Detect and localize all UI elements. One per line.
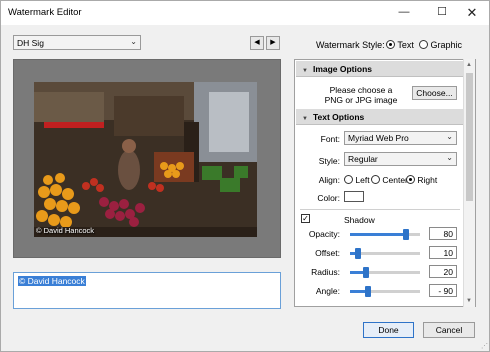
text-color-swatch[interactable] bbox=[344, 191, 364, 202]
shadow-label: Shadow bbox=[344, 215, 375, 225]
offset-input[interactable]: 10 bbox=[429, 246, 457, 259]
scroll-up-icon[interactable]: ▲ bbox=[466, 62, 472, 68]
collapse-triangle-icon: ▼ bbox=[302, 68, 308, 74]
style-text-label: Text bbox=[397, 40, 414, 50]
style-graphic-radio[interactable] bbox=[419, 40, 428, 49]
opacity-input[interactable]: 80 bbox=[429, 227, 457, 240]
done-button[interactable]: Done bbox=[363, 322, 414, 338]
text-options-header[interactable]: ▼ Text Options bbox=[296, 109, 463, 125]
offset-slider[interactable] bbox=[350, 248, 420, 259]
resize-grip-icon[interactable]: ⋰ bbox=[481, 342, 488, 350]
chevron-down-icon: ⌄ bbox=[446, 132, 453, 141]
window-title: Watermark Editor bbox=[8, 7, 82, 18]
align-label: Align: bbox=[318, 175, 340, 185]
watermark-style-label: Watermark Style: bbox=[316, 40, 385, 50]
angle-input[interactable]: - 90 bbox=[429, 284, 457, 297]
style-dropdown[interactable]: Regular ⌄ bbox=[344, 152, 457, 166]
watermark-text-input[interactable]: © David Hancock bbox=[13, 272, 281, 309]
minimize-button[interactable]: — bbox=[387, 1, 421, 25]
preview-area: © David Hancock bbox=[13, 59, 281, 258]
align-right-label: Right bbox=[417, 175, 438, 185]
chevron-down-icon: ⌄ bbox=[130, 37, 137, 46]
scroll-down-icon[interactable]: ▼ bbox=[466, 298, 472, 304]
options-scrollbar[interactable]: ▲ ▼ bbox=[463, 59, 475, 307]
radius-input[interactable]: 20 bbox=[429, 265, 457, 278]
next-image-button[interactable]: ▶ bbox=[266, 36, 280, 50]
align-center-label: Center bbox=[382, 175, 408, 185]
image-hint-line1: Please choose a bbox=[329, 85, 393, 95]
style-text-option[interactable]: Text bbox=[386, 40, 414, 50]
image-hint-line2: PNG or JPG image bbox=[324, 95, 398, 105]
font-label: Font: bbox=[320, 134, 340, 144]
opacity-slider[interactable] bbox=[350, 229, 420, 240]
opacity-slider-fill bbox=[350, 233, 406, 236]
font-dropdown[interactable]: Myriad Web Pro ⌄ bbox=[344, 131, 457, 145]
align-center-option[interactable]: Center bbox=[371, 175, 408, 185]
align-left-label: Left bbox=[355, 175, 370, 185]
scrollbar-thumb[interactable] bbox=[466, 73, 473, 201]
color-label: Color: bbox=[317, 193, 340, 203]
image-options-title: Image Options bbox=[312, 64, 372, 74]
section-divider bbox=[300, 209, 460, 210]
angle-slider-thumb[interactable] bbox=[364, 286, 371, 297]
image-options-header[interactable]: ▼ Image Options bbox=[296, 61, 463, 77]
previous-image-button[interactable]: ◀ bbox=[250, 36, 264, 50]
offset-slider-thumb[interactable] bbox=[355, 248, 362, 259]
radius-slider[interactable] bbox=[350, 267, 420, 278]
font-value: Myriad Web Pro bbox=[348, 133, 409, 143]
title-bar: Watermark Editor — ☐ ✕ bbox=[1, 1, 489, 25]
text-options-title: Text Options bbox=[312, 112, 365, 122]
align-right-option[interactable]: Right bbox=[406, 175, 437, 185]
style-value: Regular bbox=[348, 154, 378, 164]
choose-image-button[interactable]: Choose... bbox=[412, 86, 457, 100]
style-graphic-label: Graphic bbox=[430, 40, 463, 50]
close-button[interactable]: ✕ bbox=[455, 1, 489, 25]
style-text-radio[interactable] bbox=[386, 40, 395, 49]
cancel-button[interactable]: Cancel bbox=[423, 322, 475, 338]
offset-label: Offset: bbox=[315, 248, 340, 258]
align-center-radio[interactable] bbox=[371, 175, 380, 184]
align-left-radio[interactable] bbox=[344, 175, 353, 184]
preview-photo: © David Hancock bbox=[34, 82, 257, 237]
selected-watermark-text: © David Hancock bbox=[18, 276, 86, 286]
preset-value: DH Sig bbox=[17, 38, 44, 48]
align-right-radio[interactable] bbox=[406, 175, 415, 184]
preview-watermark-text: © David Hancock bbox=[36, 226, 95, 235]
shadow-checkbox[interactable]: ✓ bbox=[301, 214, 310, 223]
preset-dropdown[interactable]: DH Sig ⌄ bbox=[13, 35, 141, 50]
collapse-triangle-icon: ▼ bbox=[302, 116, 308, 122]
style-label: Style: bbox=[318, 156, 340, 166]
maximize-button[interactable]: ☐ bbox=[425, 1, 459, 25]
chevron-down-icon: ⌄ bbox=[446, 153, 453, 162]
align-left-option[interactable]: Left bbox=[344, 175, 370, 185]
opacity-slider-thumb[interactable] bbox=[403, 229, 409, 240]
style-graphic-option[interactable]: Graphic bbox=[419, 40, 462, 50]
angle-slider[interactable] bbox=[350, 286, 420, 297]
angle-label: Angle: bbox=[315, 286, 340, 296]
radius-label: Radius: bbox=[311, 267, 340, 277]
opacity-label: Opacity: bbox=[308, 229, 340, 239]
radius-slider-thumb[interactable] bbox=[363, 267, 370, 278]
market-photo-image bbox=[34, 82, 257, 237]
